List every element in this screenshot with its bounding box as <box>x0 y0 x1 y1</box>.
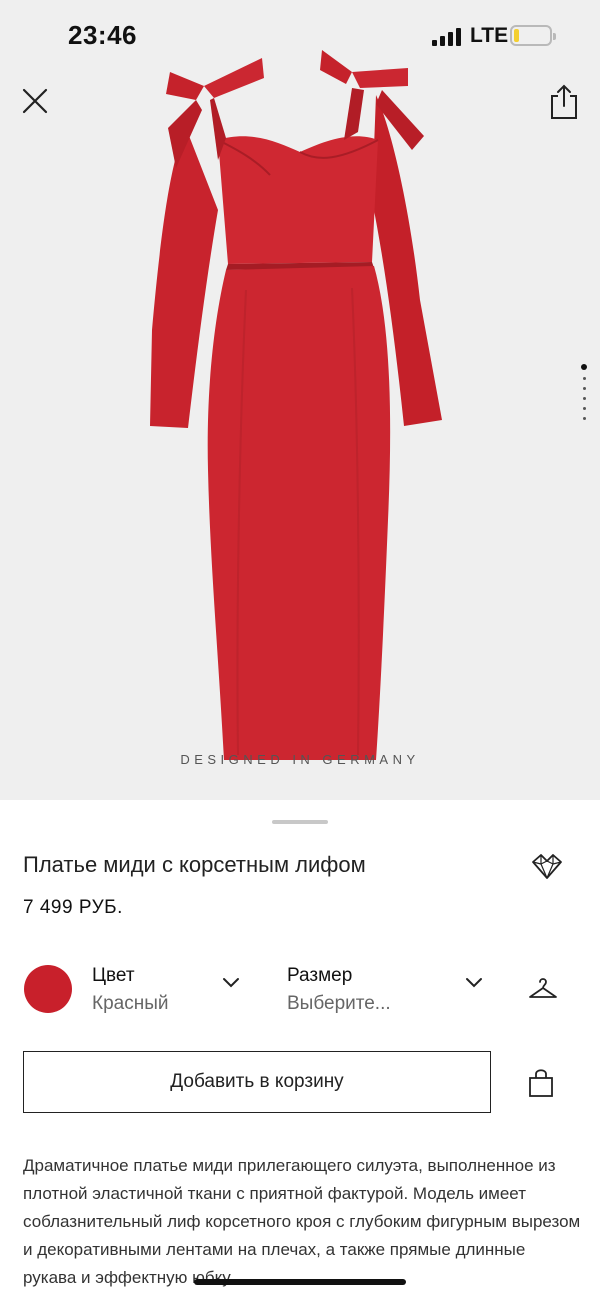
home-indicator[interactable] <box>194 1279 406 1285</box>
cellular-signal-icon <box>432 28 461 46</box>
close-icon[interactable] <box>18 84 52 118</box>
status-time: 23:46 <box>68 20 137 50</box>
color-swatch[interactable] <box>24 965 72 1013</box>
product-photo <box>150 50 442 760</box>
share-icon[interactable] <box>546 82 582 122</box>
hanger-icon[interactable] <box>527 975 559 1001</box>
pager-dot[interactable] <box>582 387 586 390</box>
battery-level <box>514 29 519 42</box>
shopping-bag-icon[interactable] <box>528 1068 554 1098</box>
brand-caption: DESIGNED IN GERMANY <box>180 752 420 767</box>
pager-dot[interactable] <box>582 377 586 380</box>
battery-icon <box>510 25 556 46</box>
favorite-icon[interactable] <box>528 852 566 882</box>
status-bar: 23:46 LTE <box>0 0 600 72</box>
product-image-gallery[interactable]: DESIGNED IN GERMANY <box>0 0 600 800</box>
chevron-down-icon[interactable] <box>222 977 240 989</box>
product-description: Драматичное платье миди прилегающего сил… <box>23 1156 581 1287</box>
color-value: Красный <box>92 993 169 1014</box>
size-selector[interactable]: Размер Выберите... <box>287 965 487 1017</box>
product-title: Платье миди с корсетным лифом <box>23 852 366 877</box>
image-pager[interactable] <box>578 364 590 438</box>
pager-dot-active[interactable] <box>581 364 587 370</box>
pager-dot[interactable] <box>582 397 586 400</box>
network-type: LTE <box>470 24 509 47</box>
product-price: 7 499 РУБ. <box>23 897 123 918</box>
color-selector[interactable]: Цвет Красный <box>92 965 252 1017</box>
chevron-down-icon[interactable] <box>465 977 483 989</box>
add-to-cart-button[interactable]: Добавить в корзину <box>23 1051 491 1113</box>
pager-dot[interactable] <box>582 407 586 410</box>
pager-dot[interactable] <box>582 417 586 420</box>
size-placeholder: Выберите... <box>287 993 391 1014</box>
sheet-drag-handle[interactable] <box>272 820 328 824</box>
size-label: Размер <box>287 965 353 986</box>
